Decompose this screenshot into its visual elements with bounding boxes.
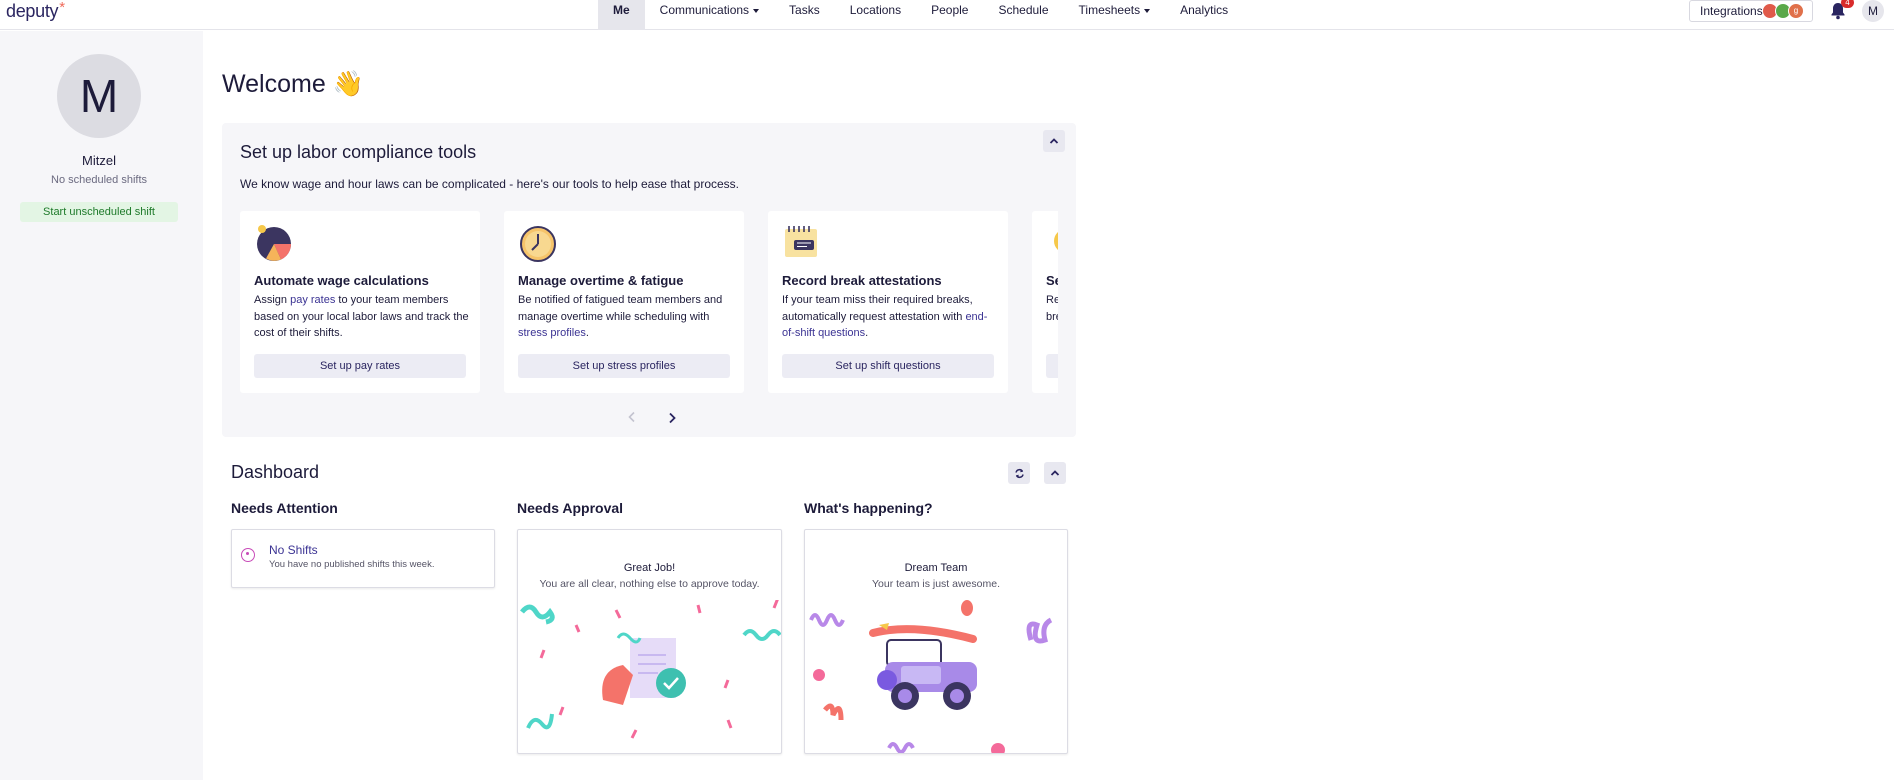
- desc-text: Assign: [254, 294, 291, 306]
- card-description: Assign pay rates to your team members ba…: [254, 292, 470, 342]
- notification-count-badge: 4: [1841, 0, 1854, 8]
- refresh-dashboard-button[interactable]: [1008, 462, 1030, 484]
- nav-item-timesheets[interactable]: Timesheets: [1064, 0, 1166, 30]
- logo-mark: *: [59, 0, 65, 16]
- nav-item-communications[interactable]: Communications: [645, 0, 774, 30]
- top-navigation-bar: deputy* Me Communications Tasks Location…: [0, 0, 1894, 30]
- logo-text: deputy: [6, 1, 59, 21]
- approval-illustration: [520, 600, 781, 739]
- nav-item-schedule[interactable]: Schedule: [983, 0, 1063, 30]
- desc-text: If your team miss their required breaks,…: [782, 294, 973, 323]
- panel-subtitle: We know wage and hour laws can be compli…: [240, 177, 740, 191]
- nav-item-label: Schedule: [998, 3, 1049, 17]
- needs-approval-title: Needs Approval: [517, 500, 624, 516]
- notepad-icon: [785, 226, 817, 257]
- pie-chart-icon: [257, 225, 291, 261]
- compliance-card-overtime: Manage overtime & fatigue Be notified of…: [504, 211, 744, 393]
- deputy-logo[interactable]: deputy*: [6, 0, 65, 22]
- chevron-up-icon: [1050, 470, 1060, 476]
- card-description: If your team miss their required breaks,…: [782, 292, 998, 342]
- needs-approval-card: Great Job! You are all clear, nothing el…: [517, 529, 782, 754]
- page-title: Welcome 👋: [222, 70, 364, 99]
- nav-item-analytics[interactable]: Analytics: [1165, 0, 1243, 30]
- nav-item-label: Communications: [659, 3, 750, 17]
- nav-item-people[interactable]: People: [916, 0, 983, 30]
- main-nav: Me Communications Tasks Locations People…: [598, 0, 1243, 30]
- card-title: Record break attestations: [782, 273, 942, 288]
- nav-item-tasks[interactable]: Tasks: [774, 0, 835, 30]
- nav-item-locations[interactable]: Locations: [835, 0, 916, 30]
- waving-hand-icon: 👋: [332, 70, 364, 98]
- card-title: Manage overtime & fatigue: [518, 273, 684, 288]
- desc-text: Be notified of fatigued team members and…: [518, 294, 723, 323]
- chevron-left-icon[interactable]: [627, 411, 637, 423]
- chevron-up-icon: [1049, 138, 1059, 144]
- card-title: Se: [1046, 273, 1058, 288]
- stress-profiles-link[interactable]: stress profiles: [518, 327, 586, 339]
- nav-item-label: People: [931, 3, 969, 17]
- great-job-description: You are all clear, nothing else to appro…: [539, 578, 760, 590]
- card-description: Re bre: [1046, 292, 1058, 325]
- whats-happening-card: Dream Team Your team is just awesome.: [804, 529, 1068, 754]
- desc-text: .: [585, 327, 589, 339]
- profile-sidebar: M Mitzel No scheduled shifts Start unsch…: [0, 31, 203, 780]
- no-shifts-card[interactable]: No Shifts You have no published shifts t…: [231, 529, 495, 588]
- card-title: Automate wage calculations: [254, 273, 429, 288]
- set-up-pay-rates-button[interactable]: Set up pay rates: [254, 354, 466, 378]
- integration-badge: g: [1788, 3, 1804, 19]
- nav-item-label: Me: [613, 3, 630, 17]
- compliance-card-wage: Automate wage calculations Assign pay ra…: [240, 211, 480, 393]
- collapse-panel-button[interactable]: [1043, 130, 1065, 152]
- needs-attention-title: Needs Attention: [231, 500, 338, 516]
- dashboard-title: Dashboard: [231, 462, 320, 482]
- compliance-card-breaks: Record break attestations If your team m…: [768, 211, 1008, 393]
- pay-rates-link[interactable]: pay rates: [290, 294, 335, 306]
- refresh-icon: [1014, 468, 1024, 478]
- set-up-shift-questions-button[interactable]: Set up shift questions: [782, 354, 994, 378]
- whats-happening-title: What's happening?: [804, 500, 933, 516]
- set-up-stress-profiles-button[interactable]: Set up stress profiles: [518, 354, 730, 378]
- dream-team-description: Your team is just awesome.: [871, 578, 1000, 590]
- integrations-label: Integrations: [1700, 4, 1763, 18]
- card-description: Be notified of fatigued team members and…: [518, 292, 734, 342]
- desc-text: bre: [1046, 310, 1058, 323]
- profile-avatar: M: [57, 54, 141, 138]
- profile-name: Mitzel: [82, 153, 116, 168]
- desc-text: .: [865, 327, 869, 339]
- great-job-title: Great Job!: [623, 562, 676, 574]
- desc-text: Re: [1046, 294, 1058, 306]
- panel-title: Set up labor compliance tools: [240, 142, 477, 162]
- alert-circle-icon: [241, 548, 255, 562]
- card-action-button[interactable]: [1046, 354, 1058, 378]
- nav-item-label: Tasks: [789, 3, 820, 17]
- nav-item-label: Analytics: [1180, 3, 1229, 17]
- clock-icon: [520, 226, 556, 262]
- no-shifts-description: You have no published shifts this week.: [269, 559, 435, 570]
- welcome-text: Welcome: [222, 70, 326, 98]
- dream-team-jeep-illustration: [809, 600, 1053, 753]
- nav-item-me[interactable]: Me: [598, 0, 645, 30]
- caret-down-icon: [753, 8, 760, 13]
- collapse-dashboard-button[interactable]: [1044, 462, 1066, 484]
- dream-team-title: Dream Team: [904, 562, 968, 574]
- nav-item-label: Locations: [849, 3, 902, 17]
- nav-item-label: Timesheets: [1078, 3, 1141, 17]
- user-avatar-menu[interactable]: M: [1862, 0, 1884, 22]
- lightbulb-icon: [1054, 232, 1058, 250]
- integrations-button[interactable]: Integrations g: [1689, 0, 1813, 22]
- chevron-right-icon[interactable]: [667, 412, 677, 424]
- no-shifts-title: No Shifts: [269, 543, 318, 557]
- compliance-card-partial: Se Re bre: [1032, 211, 1058, 393]
- compliance-cards-carousel: Automate wage calculations Assign pay ra…: [240, 211, 1058, 393]
- caret-down-icon: [1144, 8, 1151, 13]
- compliance-tools-panel: Set up labor compliance tools We know wa…: [222, 123, 1076, 437]
- shift-status: No scheduled shifts: [51, 174, 147, 186]
- integration-badges: g: [1762, 3, 1804, 19]
- start-unscheduled-shift-button[interactable]: Start unscheduled shift: [20, 202, 178, 222]
